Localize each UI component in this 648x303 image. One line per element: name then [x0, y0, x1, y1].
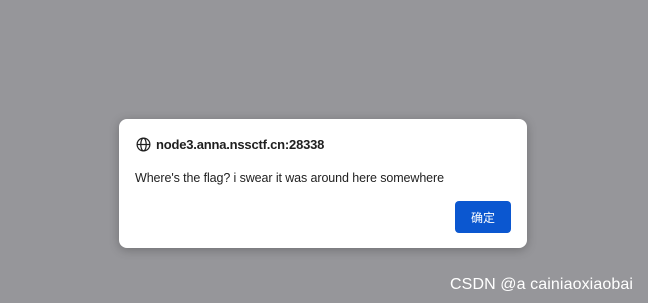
page-overlay: { "dialog": { "origin": "node3.anna.nssc… — [0, 0, 648, 303]
dialog-message: Where's the flag? i swear it was around … — [135, 171, 444, 185]
dialog-origin: node3.anna.nssctf.cn:28338 — [156, 136, 325, 152]
dialog-header: node3.anna.nssctf.cn:28338 — [136, 136, 324, 152]
globe-icon — [136, 137, 151, 152]
alert-dialog: node3.anna.nssctf.cn:28338 Where's the f… — [119, 119, 527, 248]
ok-button[interactable]: 确定 — [455, 201, 511, 233]
watermark: CSDN @a cainiaoxiaobai — [450, 276, 633, 293]
